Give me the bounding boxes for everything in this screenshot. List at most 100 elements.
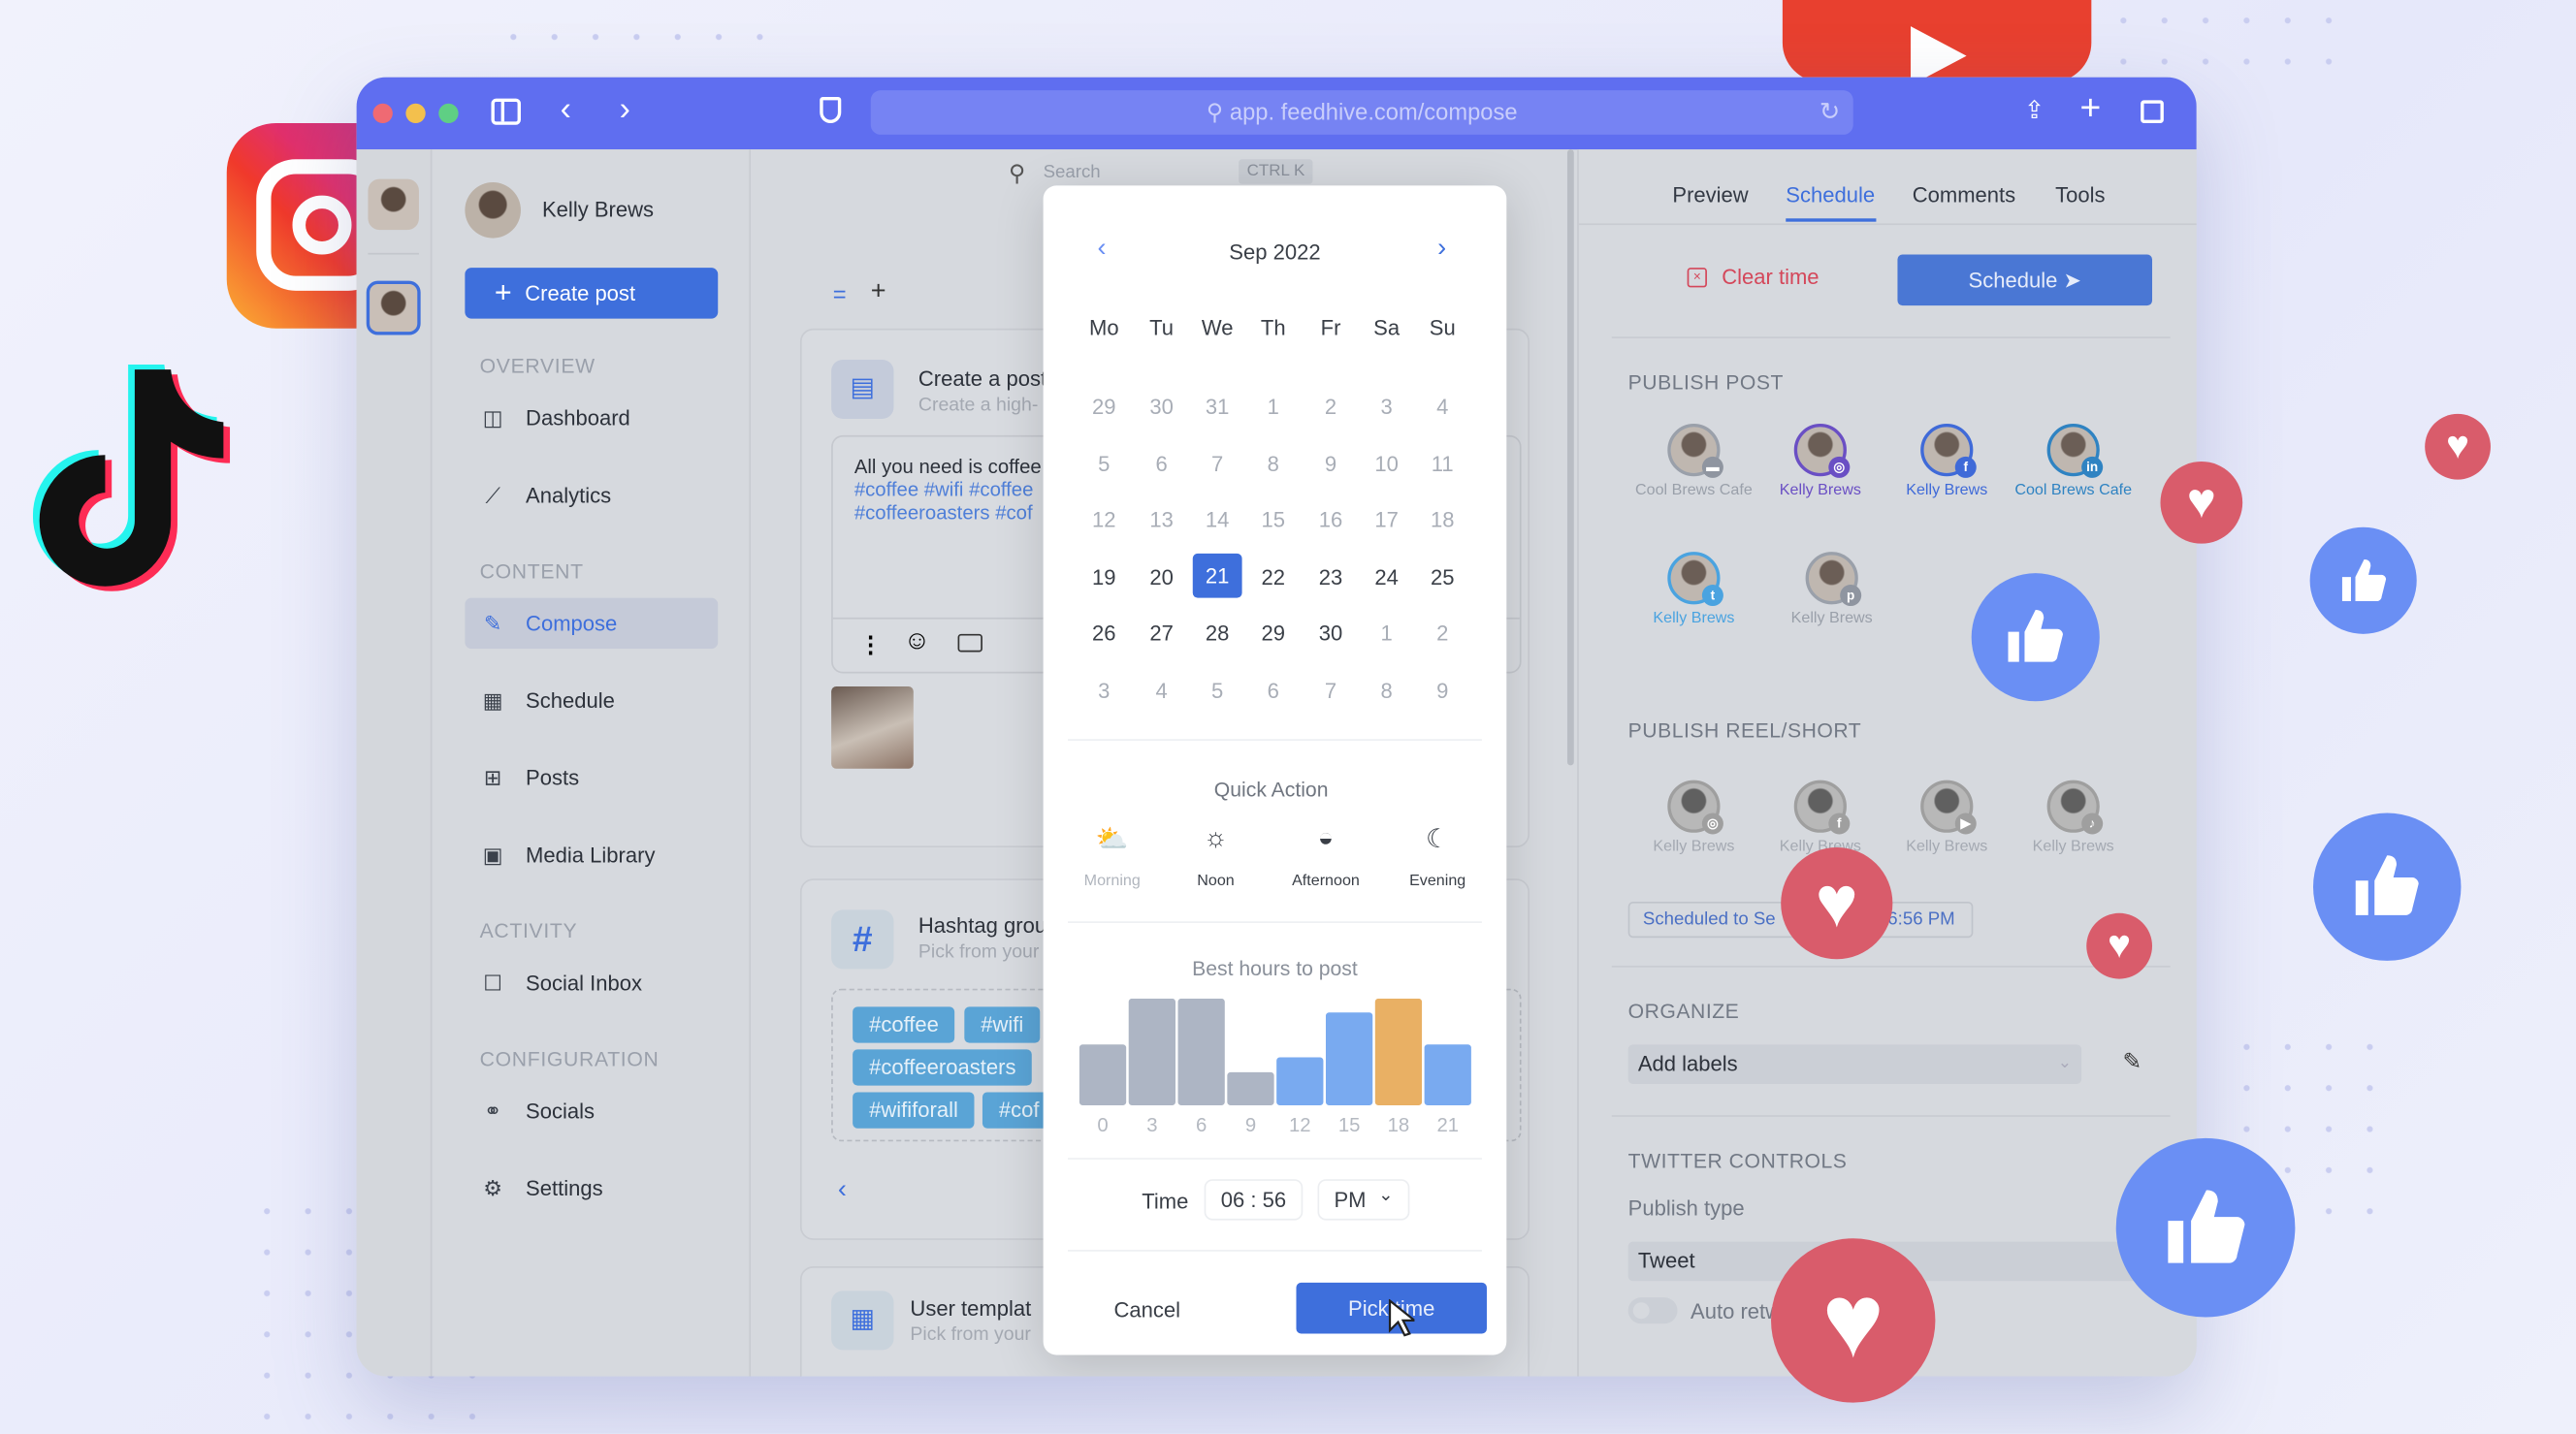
forward-icon[interactable]: ›: [620, 92, 630, 130]
calendar-day[interactable]: 14: [1193, 507, 1242, 531]
hashtag-chip[interactable]: #wififorall: [853, 1092, 975, 1129]
edit-labels-icon[interactable]: ✎: [2123, 1048, 2142, 1076]
create-post-button[interactable]: + Create post: [465, 268, 719, 319]
calendar-day[interactable]: 7: [1193, 451, 1242, 475]
clear-time-button[interactable]: × Clear time: [1687, 265, 1819, 289]
calendar-day[interactable]: 20: [1137, 564, 1186, 589]
cancel-button[interactable]: Cancel: [1113, 1297, 1180, 1322]
next-month-icon[interactable]: ›: [1437, 235, 1446, 264]
sidebar-item-schedule[interactable]: ▦ Schedule: [465, 675, 718, 726]
calendar-day[interactable]: 22: [1248, 564, 1298, 589]
tab-schedule[interactable]: Schedule: [1786, 182, 1875, 207]
hashtag-chip[interactable]: #coffeeroasters: [853, 1049, 1033, 1086]
previous-icon[interactable]: ‹: [838, 1176, 847, 1205]
labels-select[interactable]: Add labels ⌄: [1627, 1044, 2082, 1084]
calendar-day[interactable]: 16: [1306, 507, 1356, 531]
auto-retweet-toggle[interactable]: [1627, 1297, 1678, 1324]
sidebar-toggle-icon[interactable]: [491, 98, 521, 125]
shield-icon[interactable]: [820, 96, 842, 124]
calendar-day[interactable]: 5: [1193, 678, 1242, 702]
bar-12[interactable]: [1276, 1057, 1324, 1105]
sidebar-item-dashboard[interactable]: ◫ Dashboard: [465, 393, 718, 444]
calendar-day[interactable]: 1: [1362, 621, 1411, 645]
calendar-day[interactable]: 30: [1306, 621, 1356, 645]
schedule-button[interactable]: Schedule ➤: [1897, 254, 2153, 306]
sidebar-item-posts[interactable]: ⊞ Posts: [465, 752, 718, 804]
sidebar-item-social-inbox[interactable]: ☐ Social Inbox: [465, 958, 718, 1009]
calendar-day[interactable]: 12: [1079, 507, 1129, 531]
bar-21[interactable]: [1424, 1044, 1471, 1105]
bar-9[interactable]: [1227, 1071, 1274, 1105]
account-pinterest[interactable]: p Kelly Brews: [1769, 552, 1894, 629]
reel-account-facebook[interactable]: f Kelly Brews: [1757, 780, 1883, 858]
tab-tools[interactable]: Tools: [2055, 182, 2105, 207]
sidebar-item-media-library[interactable]: ▣ Media Library: [465, 829, 718, 880]
calendar-day[interactable]: 8: [1248, 451, 1298, 475]
calendar-day[interactable]: 1: [1248, 395, 1298, 419]
hashtag-chip[interactable]: #wifi: [964, 1006, 1041, 1043]
quick-action-afternoon[interactable]: ◒ Afternoon: [1276, 816, 1375, 890]
calendar-day[interactable]: 7: [1306, 678, 1356, 702]
sort-icon[interactable]: =: [833, 281, 847, 307]
calendar-day[interactable]: 4: [1137, 678, 1186, 702]
reel-account-instagram[interactable]: ◎ Kelly Brews: [1631, 780, 1756, 858]
calendar-day[interactable]: 10: [1362, 451, 1411, 475]
bar-18[interactable]: [1374, 998, 1423, 1105]
back-icon[interactable]: ‹: [561, 92, 571, 130]
calendar-day[interactable]: 8: [1362, 678, 1411, 702]
workspace-avatar[interactable]: [368, 178, 419, 231]
calendar-day[interactable]: 2: [1418, 621, 1467, 645]
sidebar-item-compose[interactable]: ✎ Compose: [465, 597, 719, 650]
media-thumbnail[interactable]: [831, 686, 914, 769]
account-gmb[interactable]: ▬ Cool Brews Cafe: [1631, 424, 1756, 501]
reload-icon[interactable]: ↻: [1819, 90, 1840, 135]
emoji-icon[interactable]: ☺: [904, 627, 931, 656]
calendar-day[interactable]: 31: [1193, 395, 1242, 419]
bar-6[interactable]: [1177, 998, 1225, 1105]
calendar-day[interactable]: 2: [1306, 395, 1356, 419]
time-input[interactable]: 06 : 56: [1204, 1179, 1304, 1221]
sidebar-item-analytics[interactable]: ⟋ Analytics: [465, 469, 718, 521]
scrollbar[interactable]: [1566, 149, 1574, 766]
bar-15[interactable]: [1325, 1012, 1373, 1105]
calendar-day[interactable]: 3: [1362, 395, 1411, 419]
account-twitter[interactable]: t Kelly Brews: [1631, 552, 1756, 629]
calendar-day[interactable]: 28: [1193, 621, 1242, 645]
search-input[interactable]: Search: [1044, 163, 1101, 182]
quick-action-evening[interactable]: ☾ Evening: [1388, 816, 1487, 890]
tab-comments[interactable]: Comments: [1913, 182, 2015, 207]
bar-0[interactable]: [1079, 1044, 1127, 1105]
tab-preview[interactable]: Preview: [1672, 182, 1748, 207]
user-avatar[interactable]: [465, 182, 521, 239]
close-window-button[interactable]: [372, 103, 393, 124]
add-icon[interactable]: +: [871, 277, 886, 306]
calendar-day[interactable]: 26: [1079, 621, 1129, 645]
new-tab-icon[interactable]: +: [2079, 87, 2101, 130]
calendar-day[interactable]: 15: [1248, 507, 1298, 531]
account-linkedin[interactable]: in Cool Brews Cafe: [2011, 424, 2136, 501]
reel-account-youtube[interactable]: ▶ Kelly Brews: [1884, 780, 2010, 858]
calendar-day[interactable]: 25: [1418, 564, 1467, 589]
more-options-icon[interactable]: ⋮: [859, 630, 883, 658]
bar-3[interactable]: [1128, 998, 1175, 1105]
sidebar-item-socials[interactable]: ⚭ Socials: [465, 1086, 718, 1137]
calendar-day[interactable]: 19: [1079, 564, 1129, 589]
calendar-day[interactable]: 13: [1137, 507, 1186, 531]
calendar-day[interactable]: 29: [1079, 395, 1129, 419]
account-instagram[interactable]: ◎ Kelly Brews: [1757, 424, 1883, 501]
quick-action-morning[interactable]: ⛅ Morning: [1063, 816, 1162, 890]
workspace-avatar-active[interactable]: [366, 280, 421, 335]
calendar-day[interactable]: 4: [1418, 395, 1467, 419]
hashtag-chip[interactable]: #coffee: [853, 1006, 955, 1043]
account-facebook[interactable]: f Kelly Brews: [1884, 424, 2010, 501]
tabs-overview-icon[interactable]: [2141, 100, 2164, 124]
quick-action-noon[interactable]: ☼ Noon: [1167, 816, 1266, 890]
calendar-day[interactable]: 9: [1418, 678, 1467, 702]
calendar-day-selected[interactable]: 21: [1192, 552, 1242, 597]
ampm-select[interactable]: PM ⌄: [1317, 1179, 1410, 1221]
calendar-day[interactable]: 6: [1137, 451, 1186, 475]
calendar-day[interactable]: 9: [1306, 451, 1356, 475]
calendar-day[interactable]: 3: [1079, 678, 1129, 702]
calendar-day[interactable]: 27: [1137, 621, 1186, 645]
calendar-day[interactable]: 24: [1362, 564, 1411, 589]
